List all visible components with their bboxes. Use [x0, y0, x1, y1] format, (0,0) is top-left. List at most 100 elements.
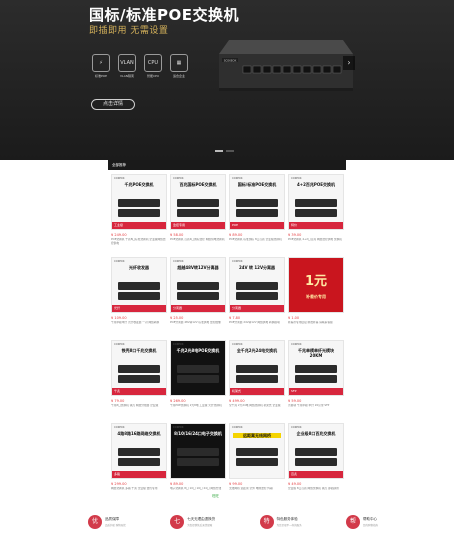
product-device-shape — [236, 209, 278, 217]
feature-label: 标准POE — [94, 74, 108, 78]
product-description[interactable]: POE交换机 千兆8口标准交换机 企业级网络监控供电 — [111, 238, 167, 249]
product-thumbnail[interactable]: COKEOK 企业级8口百兆交换机 百兆 — [288, 423, 344, 479]
service-help-center[interactable]: 帮 帮助中心 您的购物指南 — [345, 515, 378, 529]
switch-top — [219, 40, 353, 54]
product-tag: POE — [230, 222, 284, 229]
slide-dot[interactable] — [226, 150, 234, 152]
special-service-icon: 特 — [259, 515, 274, 529]
product-thumbnail[interactable]: 1元 补差价专用 — [288, 257, 344, 313]
product-description[interactable]: 全千兆 2光24电 网络交换机 机架式 企业级 — [229, 404, 285, 415]
product-card[interactable]: COKEOK 4路8路16路网络交换机 多路 ¥ 299.00 网络交换机 多路 千兆 … — [111, 423, 167, 502]
product-description[interactable]: 千兆POE交换机 2光8电 工业级 光纤交换机 — [170, 404, 226, 415]
next-slide-arrow[interactable]: › — [343, 56, 355, 70]
switch-brand-label: SCOKEOK — [224, 58, 237, 62]
product-description[interactable]: POE交换机 百兆4口国标监控 网络供电交换机 — [170, 238, 226, 249]
product-thumbnail[interactable]: COKEOK 国标/标准POE交换机 POE — [229, 174, 285, 230]
product-image-title: 全千兆2光24电交换机 — [236, 348, 278, 353]
slide-indicator[interactable] — [215, 150, 234, 152]
product-brand: COKEOK — [232, 177, 243, 180]
hero-banner[interactable]: 国标/标准POE交换机 即插即用 无需设置 ⚡ 标准POE VLAN VLAN隔… — [0, 0, 454, 160]
product-image-title: 远距离无线网桥 — [233, 433, 281, 438]
product-card[interactable]: COKEOK 4+2百兆POE交换机 特价 ¥ 39.00 POE交换机 4+2口百兆 … — [288, 174, 344, 253]
service-subtitle: 您的购物指南 — [362, 524, 378, 527]
product-description[interactable]: POE交换机 4+2口百兆 网络监控供电 交换机 — [288, 238, 344, 249]
product-card[interactable]: COKEOK 远距离无线网桥 ¥ 99.00 无线网桥 远距离 室外 电梯监控 传输 — [229, 423, 285, 502]
product-card[interactable]: COKEOK 8/10/16/24口电子交换机 ¥ 89.00 电子交换机 8口 10… — [170, 423, 226, 502]
product-description[interactable]: POE分离器 24V转12V 网络供电 转换模块 — [229, 321, 285, 332]
product-thumbnail[interactable]: COKEOK 4+2百兆POE交换机 特价 — [288, 174, 344, 230]
product-image-title: 国标/标准POE交换机 — [237, 182, 277, 187]
product-thumbnail[interactable]: COKEOK 光纤收发器 光纤 — [111, 257, 167, 313]
product-card[interactable]: COKEOK 光纤收发器 光纤 ¥ 109.00 千兆单模单纤 光纤收发器 一对 网络转… — [111, 257, 167, 336]
product-device-shape — [177, 292, 219, 300]
product-thumbnail[interactable]: COKEOK 4路8路16路网络交换机 多路 — [111, 423, 167, 479]
product-description[interactable]: 千兆8口交换机 铁壳 网络分线器 企业级 — [111, 404, 167, 415]
product-card[interactable]: COKEOK 国标/标准POE交换机 POE ¥ 89.00 POE交换机 标准国标 8… — [229, 174, 285, 253]
product-brand: COKEOK — [173, 177, 184, 180]
product-image-title: 企业级8口百兆交换机 — [296, 431, 336, 436]
product-thumbnail[interactable]: COKEOK 8/10/16/24口电子交换机 — [170, 423, 226, 479]
product-device-shape — [177, 209, 219, 217]
details-button[interactable]: 点击详情 — [91, 99, 135, 110]
slide-dot[interactable] — [215, 150, 223, 152]
product-card[interactable]: COKEOK 超越48V转12V分离器 分离器 ¥ 25.00 POE分离器 48V转1… — [170, 257, 226, 336]
ethernet-port — [302, 65, 312, 74]
product-device-shape — [236, 292, 278, 300]
product-description[interactable]: 企业级 8口百兆 网络交换机 铁壳 即插即用 — [288, 487, 344, 498]
product-device-shape — [295, 458, 337, 466]
product-thumbnail[interactable]: COKEOK 铁壳8口千兆交换机 千兆 — [111, 340, 167, 396]
network-switch-image: SCOKEOK — [219, 40, 353, 91]
service-seven-day-return[interactable]: 七 七天无理由退换货 为您提供售后无忧保障 — [170, 515, 215, 529]
product-card[interactable]: COKEOK 百兆国标POE交换机 监控专用 ¥ 58.00 POE交换机 百兆4口国标… — [170, 174, 226, 253]
product-price: ¥ 1.00 — [288, 316, 300, 320]
product-tag: 监控专用 — [171, 222, 225, 229]
product-thumbnail[interactable]: COKEOK 超越48V转12V分离器 分离器 — [170, 257, 226, 313]
product-description[interactable]: 千兆单模单纤 光纤收发器 一对 网络转换 — [111, 321, 167, 332]
product-description[interactable]: 无线网桥 远距离 室外 电梯监控 传输 — [229, 487, 285, 498]
product-price: ¥ 89.00 — [229, 233, 243, 237]
product-tag: 分离器 — [230, 305, 284, 312]
product-description[interactable]: POE交换机 标准国标 8口百兆 企业级交换机 — [229, 238, 285, 249]
product-price: ¥ 249.00 — [111, 233, 127, 237]
product-thumbnail[interactable]: COKEOK 百兆国标POE交换机 监控专用 — [170, 174, 226, 230]
product-device-shape — [177, 375, 219, 383]
product-image-title: 4路8路16路网络交换机 — [117, 431, 161, 436]
product-tag: 光纤 — [112, 305, 166, 312]
product-device-shape — [177, 282, 219, 290]
product-card[interactable]: COKEOK 千兆单模单纤光模块20KM SFP ¥ 59.00 光模块 千兆单模 单纤… — [288, 340, 344, 419]
product-tag: 多路 — [112, 471, 166, 478]
product-tag: 机架式 — [230, 388, 284, 395]
product-card[interactable]: COKEOK 全千兆2光24电交换机 机架式 ¥ 499.00 全千兆 2光24电 网络… — [229, 340, 285, 419]
service-special[interactable]: 特 特色服务体验 为您呈现不一样的服务 — [259, 515, 302, 529]
product-tag: 特价 — [289, 222, 343, 229]
product-section: 全部推荐 COKEOK 千兆POE交换机 工业级 ¥ 249.00 POE交换机 千兆8… — [108, 160, 346, 493]
product-description[interactable]: 补差价专用链接 邮费补差 请联系客服 — [288, 321, 344, 332]
switch-base — [219, 88, 353, 91]
product-description[interactable]: 光模块 千兆单模 单纤 20公里 SFP — [288, 404, 344, 415]
product-price: ¥ 109.00 — [111, 316, 127, 320]
product-thumbnail[interactable]: COKEOK 24V 转 12V分离器 分离器 — [229, 257, 285, 313]
product-card[interactable]: COKEOK 千兆POE交换机 工业级 ¥ 249.00 POE交换机 千兆8口标准交换… — [111, 174, 167, 253]
product-image-title: 千兆POE交换机 — [124, 182, 154, 187]
product-description[interactable]: 网络交换机 多路 千兆 企业级 监控专用 — [111, 487, 167, 498]
product-thumbnail[interactable]: COKEOK 全千兆2光24电交换机 机架式 — [229, 340, 285, 396]
service-quality[interactable]: 优 品质保障 品质护航 购物无忧 — [88, 515, 126, 529]
product-price: ¥ 269.00 — [170, 399, 186, 403]
product-card[interactable]: COKEOK 24V 转 12V分离器 分离器 ¥ 7.80 POE分离器 24V转12… — [229, 257, 285, 336]
wangwang-logo[interactable]: 旺旺 — [212, 494, 219, 499]
product-thumbnail[interactable]: COKEOK 远距离无线网桥 — [229, 423, 285, 479]
product-card[interactable]: COKEOK 铁壳8口千兆交换机 千兆 ¥ 79.00 千兆8口交换机 铁壳 网络分线器… — [111, 340, 167, 419]
product-card[interactable]: COKEOK 企业级8口百兆交换机 百兆 ¥ 49.00 企业级 8口百兆 网络交换机 … — [288, 423, 344, 502]
product-device-shape — [295, 448, 337, 456]
product-image-title: 8/10/16/24口电子交换机 — [174, 431, 222, 436]
cpu-icon: CPU — [144, 54, 162, 72]
product-card[interactable]: COKEOK 千兆2光8电POE交换机 ¥ 269.00 千兆POE交换机 2光8电 … — [170, 340, 226, 419]
product-thumbnail[interactable]: COKEOK 千兆2光8电POE交换机 — [170, 340, 226, 396]
product-brand: COKEOK — [114, 177, 125, 180]
product-thumbnail[interactable]: COKEOK 千兆POE交换机 工业级 — [111, 174, 167, 230]
product-brand: COKEOK — [291, 426, 302, 429]
product-description[interactable]: POE分离器 48V转12V 标准供电 监控摄像 — [170, 321, 226, 332]
product-device-shape — [118, 282, 160, 290]
product-card[interactable]: 1元 补差价专用 ¥ 1.00 补差价专用链接 邮费补差 请联系客服 — [288, 257, 344, 336]
product-thumbnail[interactable]: COKEOK 千兆单模单纤光模块20KM SFP — [288, 340, 344, 396]
